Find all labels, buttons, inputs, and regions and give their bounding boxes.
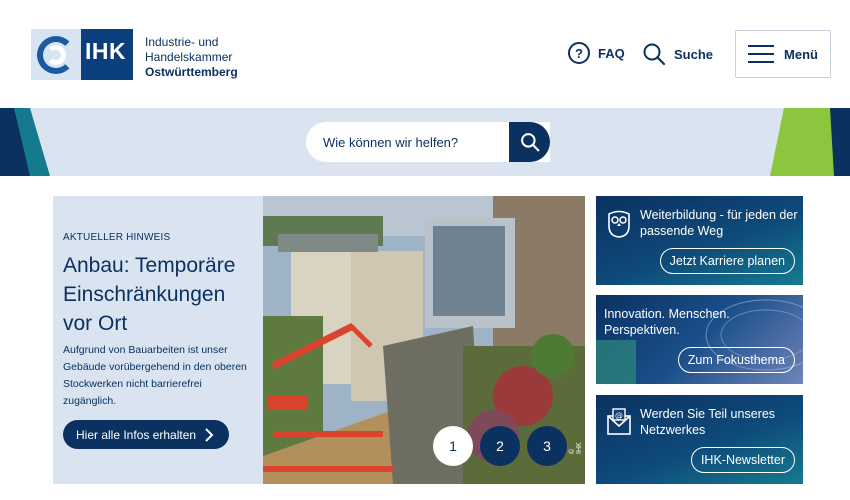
search-icon — [520, 133, 539, 152]
menu-button[interactable]: Menü — [735, 30, 831, 78]
hero-cta-label: Hier alle Infos erhalten — [76, 427, 197, 442]
organization-name[interactable]: Industrie- und Handelskammer Ostwürttemb… — [145, 35, 238, 80]
hero-body: Aufgrund von Bauarbeiten ist unser Gebäu… — [63, 344, 247, 407]
hero-cta-button[interactable]: Hier alle Infos erhalten — [63, 420, 229, 449]
menu-label: Menü — [784, 46, 818, 62]
newsletter-icon: @ — [607, 408, 631, 435]
teaser-newsletter[interactable]: @ Werden Sie Teil unseres Netzwerkes IHK… — [596, 395, 803, 484]
teaser-button[interactable]: Jetzt Karriere planen — [659, 248, 795, 274]
band-right-decoration — [770, 108, 850, 176]
search-toggle-label: Suche — [674, 46, 714, 62]
slider-page-2[interactable]: 2 — [480, 426, 520, 466]
org-name-line3: Ostwürttemberg — [145, 65, 238, 79]
teaser-title: Werden Sie Teil unseres Netzwerkes — [640, 407, 776, 437]
owl-icon — [608, 210, 630, 238]
hero-kicker: AKTUELLER HINWEIS — [63, 232, 171, 243]
site-header: IHK Industrie- und Handelskammer Ostwürt… — [0, 0, 850, 108]
faq-button[interactable]: ? FAQ — [568, 42, 625, 64]
search-band — [0, 108, 850, 176]
faq-label: FAQ — [598, 45, 625, 61]
slider-page-3[interactable]: 3 — [527, 426, 567, 466]
org-name-line1: Industrie- und — [145, 35, 219, 49]
search-icon — [643, 43, 666, 66]
svg-text:@: @ — [615, 411, 623, 420]
teaser-fokusthema[interactable]: Innovation. Menschen. Perspektiven. Zum … — [596, 295, 803, 384]
teaser-button[interactable]: Zum Fokusthema — [677, 347, 795, 373]
search-submit-button[interactable] — [509, 122, 550, 162]
band-left-decoration — [0, 108, 50, 176]
teaser-button[interactable]: IHK-Newsletter — [690, 447, 795, 473]
hamburger-icon — [748, 45, 775, 63]
teaser-title: Innovation. Menschen. Perspektiven. — [604, 307, 730, 337]
search-toggle-button[interactable]: Suche — [642, 42, 713, 66]
slider-page-1[interactable]: 1 — [433, 426, 473, 466]
hero-text-panel: AKTUELLER HINWEIS Anbau: Temporäre Einsc… — [53, 196, 263, 484]
teaser-title: Weiterbildung - für jeden der passende W… — [640, 208, 798, 238]
chevron-right-icon — [205, 427, 214, 442]
teaser-weiterbildung[interactable]: Weiterbildung - für jeden der passende W… — [596, 196, 803, 285]
org-name-line2: Handelskammer — [145, 50, 233, 64]
search-box — [306, 122, 550, 162]
logo-box: IHK — [81, 29, 133, 80]
photo-credit: © IHK — [569, 442, 583, 454]
ihk-logo[interactable]: IHK — [31, 29, 133, 80]
hero-title: Anbau: Temporäre Einschränkungen vor Ort — [63, 254, 236, 335]
logo-text: IHK — [85, 38, 127, 64]
hero-slider: AKTUELLER HINWEIS Anbau: Temporäre Einsc… — [53, 196, 585, 484]
search-input[interactable] — [306, 134, 506, 150]
logo-ring-inner-icon — [46, 45, 66, 65]
question-icon: ? — [568, 42, 590, 64]
